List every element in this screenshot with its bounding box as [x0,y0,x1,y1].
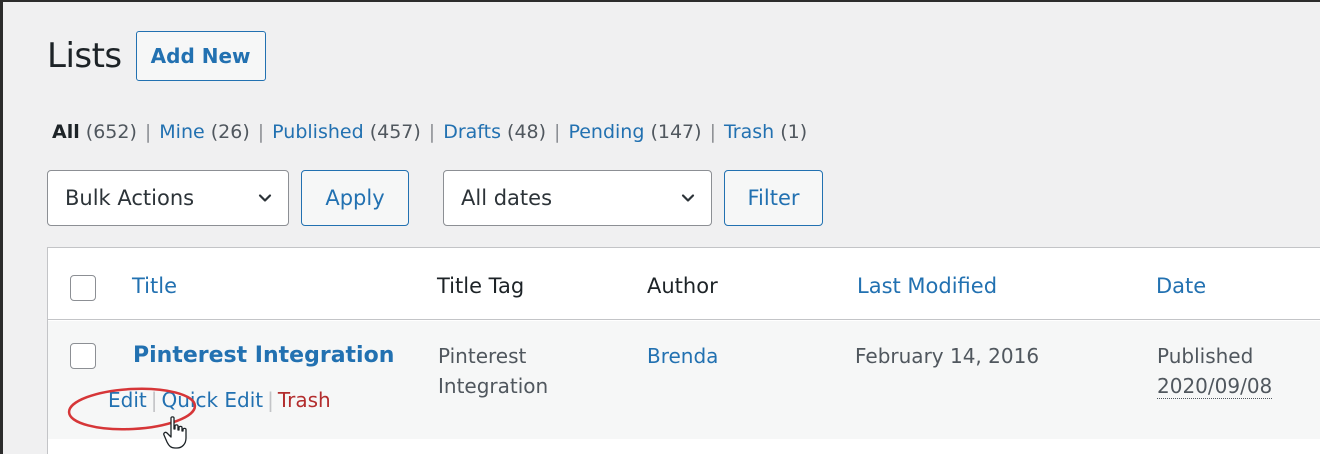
column-title-sort[interactable]: Title [132,274,177,298]
view-mine-count: (26) [210,121,250,143]
title-tag-cell: Pinterest Integration [438,341,548,401]
bulk-actions-select[interactable]: Bulk Actions [47,170,289,226]
apply-button[interactable]: Apply [301,170,409,226]
publish-date: 2020/09/08 [1157,374,1273,399]
view-separator: | [709,121,716,143]
trash-link[interactable]: Trash [278,388,331,412]
row-actions: Edit | Quick Edit | Trash [108,388,331,412]
date-cell: Published 2020/09/08 [1157,341,1273,401]
column-author: Author [647,274,718,298]
view-all[interactable]: All [52,121,80,143]
row-checkbox[interactable] [70,343,96,369]
post-title-link[interactable]: Pinterest Integration [133,343,394,368]
view-separator: | [554,121,561,143]
column-date-sort[interactable]: Date [1156,274,1206,298]
bulk-actions-value: Bulk Actions [65,186,195,210]
table-header: Title Title Tag Author Last Modified Dat… [48,248,1320,320]
title-tag-line1: Pinterest [438,344,527,368]
view-drafts-count: (48) [507,121,547,143]
chevron-down-icon [681,194,695,202]
view-all-count: (652) [85,121,137,143]
view-trash-count: (1) [780,121,808,143]
view-published-count: (457) [369,121,421,143]
add-new-button[interactable]: Add New [135,31,266,81]
view-trash[interactable]: Trash [724,121,774,143]
view-separator: | [257,121,265,143]
date-filter-select[interactable]: All dates [443,170,712,226]
column-last-modified-sort[interactable]: Last Modified [857,274,997,298]
page-title: Lists [47,36,122,76]
column-title-tag: Title Tag [437,274,525,298]
posts-table: Title Title Tag Author Last Modified Dat… [47,247,1320,454]
view-pending[interactable]: Pending [568,121,644,143]
view-pending-count: (147) [650,121,702,143]
quick-edit-link[interactable]: Quick Edit [161,388,263,412]
view-mine[interactable]: Mine [159,121,204,143]
page-header: Lists Add New [47,28,266,84]
view-drafts[interactable]: Drafts [443,121,501,143]
chevron-down-icon [258,194,272,202]
select-all-checkbox[interactable] [70,275,96,301]
status-views: All (652) | Mine (26) | Published (457) | Draf… [52,121,807,143]
date-filter-value: All dates [461,186,553,210]
action-separator: | [150,388,158,412]
title-tag-line2: Integration [438,374,549,398]
view-separator: | [428,121,436,143]
view-published[interactable]: Published [272,121,363,143]
post-status: Published [1157,344,1254,368]
wp-admin-frame: Lists Add New All (652) | Mine (26) | Publis… [0,0,1320,454]
author-link[interactable]: Brenda [647,341,718,371]
last-modified-cell: February 14, 2016 [855,344,1040,368]
view-separator: | [144,121,152,143]
table-row: Pinterest Integration Edit | Quick Edit | Tr… [48,321,1320,439]
edit-link[interactable]: Edit [108,388,147,412]
action-separator: | [267,388,274,412]
filter-button[interactable]: Filter [724,170,823,226]
